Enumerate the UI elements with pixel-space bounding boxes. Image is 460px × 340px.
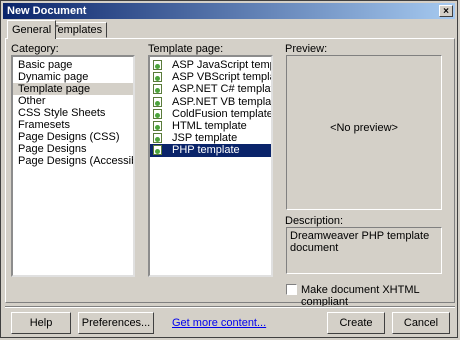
new-document-dialog: New Document × General Templates Categor… bbox=[0, 0, 458, 338]
template-item[interactable]: ColdFusion template bbox=[150, 108, 271, 120]
template-document-icon bbox=[153, 60, 162, 70]
template-item-label: JSP template bbox=[172, 132, 238, 145]
footer-divider bbox=[5, 306, 455, 308]
template-document-icon bbox=[153, 133, 162, 144]
category-item[interactable]: Dynamic page bbox=[13, 71, 133, 83]
preview-placeholder: <No preview> bbox=[330, 122, 398, 134]
template-item[interactable]: ASP JavaScript template bbox=[150, 59, 271, 71]
category-item[interactable]: Other bbox=[13, 95, 133, 107]
template-page-list[interactable]: ASP JavaScript template ASP VBScript tem… bbox=[148, 55, 273, 277]
category-item[interactable]: Framesets bbox=[13, 119, 133, 131]
close-icon: × bbox=[443, 6, 449, 17]
template-item[interactable]: ASP.NET VB template bbox=[150, 96, 271, 108]
close-button[interactable]: × bbox=[439, 5, 453, 17]
template-item-label: ASP.NET C# template bbox=[172, 83, 273, 96]
xhtml-checkbox-label[interactable]: Make document XHTML compliant bbox=[301, 284, 457, 308]
category-item-selected[interactable]: Template page bbox=[13, 83, 133, 95]
category-item[interactable]: CSS Style Sheets bbox=[13, 107, 133, 119]
tab-general-label: General bbox=[12, 24, 52, 36]
description-label: Description: bbox=[285, 215, 344, 227]
create-button[interactable]: Create bbox=[327, 312, 385, 334]
category-list[interactable]: Basic page Dynamic page Template page Ot… bbox=[11, 55, 135, 277]
template-page-label: Template page: bbox=[148, 43, 224, 55]
template-item-label: ASP.NET VB template bbox=[172, 95, 273, 108]
template-item-label: ColdFusion template bbox=[172, 107, 273, 120]
template-item[interactable]: HTML template bbox=[150, 120, 271, 132]
description-box: Dreamweaver PHP template document bbox=[286, 227, 442, 274]
category-label: Category: bbox=[11, 43, 59, 55]
template-item-label: ASP VBScript template bbox=[172, 71, 271, 84]
category-item[interactable]: Basic page bbox=[13, 59, 133, 71]
category-item[interactable]: Page Designs (CSS) bbox=[13, 131, 133, 143]
window-title: New Document bbox=[7, 5, 87, 17]
get-more-content-link[interactable]: Get more content... bbox=[172, 317, 266, 329]
preview-label: Preview: bbox=[285, 43, 328, 55]
help-button[interactable]: Help bbox=[11, 312, 71, 334]
description-text: Dreamweaver PHP template document bbox=[290, 230, 430, 254]
preferences-button[interactable]: Preferences... bbox=[78, 312, 154, 334]
template-item[interactable]: JSP template bbox=[150, 132, 271, 144]
tab-templates-label: Templates bbox=[52, 24, 103, 36]
template-item[interactable]: ASP VBScript template bbox=[150, 71, 271, 83]
xhtml-checkbox[interactable] bbox=[286, 284, 297, 295]
template-document-icon bbox=[153, 108, 162, 119]
template-item-selected[interactable]: PHP template bbox=[150, 144, 271, 157]
cancel-button[interactable]: Cancel bbox=[392, 312, 450, 334]
category-item[interactable]: Page Designs (Accessible) bbox=[13, 155, 133, 167]
template-document-icon bbox=[153, 145, 162, 156]
template-document-icon bbox=[153, 84, 162, 95]
template-item-label: HTML template bbox=[172, 119, 247, 132]
template-document-icon bbox=[153, 120, 162, 131]
template-item-label: PHP template bbox=[172, 144, 240, 157]
template-item-label: ASP JavaScript template bbox=[172, 59, 271, 71]
title-bar[interactable]: New Document × bbox=[3, 3, 455, 19]
template-document-icon bbox=[153, 96, 162, 107]
category-item[interactable]: Page Designs bbox=[13, 143, 133, 155]
template-item[interactable]: ASP.NET C# template bbox=[150, 83, 271, 95]
tab-general[interactable]: General bbox=[7, 20, 57, 39]
preview-pane: <No preview> bbox=[286, 55, 442, 210]
template-document-icon bbox=[153, 72, 162, 83]
